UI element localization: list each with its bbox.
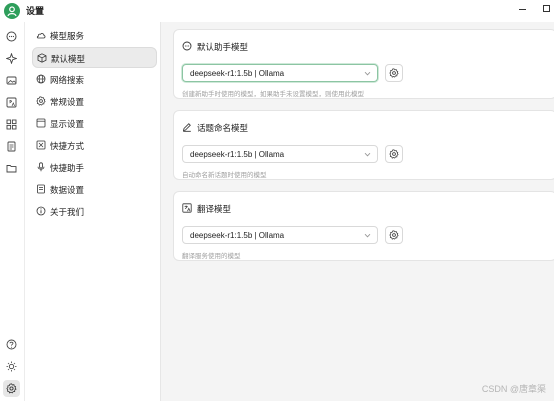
model-select-value: deepseek-r1:1.5b | Ollama [190, 150, 285, 159]
menu-item-label: 常规设置 [50, 97, 85, 107]
card-description: 自动命名新话题时使用的模型 [182, 172, 267, 179]
edit-icon [182, 123, 191, 132]
menu-item-label: 快捷方式 [50, 141, 85, 151]
user-icon [7, 6, 17, 17]
globe-icon [36, 74, 46, 84]
maximize-button[interactable] [543, 5, 550, 12]
chevron-down-icon [364, 71, 371, 76]
menu-item-default-model[interactable]: 默认模型 [32, 47, 157, 68]
menu-item-label: 网络搜索 [50, 75, 85, 85]
database-icon [37, 184, 45, 194]
gear-icon [389, 149, 399, 159]
theme-icon[interactable] [3, 358, 20, 375]
model-select[interactable]: deepseek-r1:1.5b | Ollama [182, 64, 378, 82]
model-settings-button[interactable] [385, 64, 403, 82]
card-title: 默认助手模型 [197, 42, 249, 52]
chat-icon[interactable] [3, 28, 20, 45]
info-icon [36, 206, 46, 216]
model-settings-button[interactable] [385, 145, 403, 163]
chevron-down-icon [364, 233, 371, 238]
card-title: 话题命名模型 [197, 123, 249, 133]
window-title: 设置 [26, 6, 45, 16]
menu-item-label: 模型服务 [50, 31, 85, 41]
gear-icon [36, 96, 46, 106]
apps-icon[interactable] [3, 116, 20, 133]
default-assistant-model-card: 默认助手模型 deepseek-r1:1.5b | Ollama 创建新助手时使… [173, 29, 554, 99]
folder-icon[interactable] [3, 160, 20, 177]
model-select-value: deepseek-r1:1.5b | Ollama [190, 231, 285, 240]
notes-icon[interactable] [3, 138, 20, 155]
microphone-icon [37, 162, 45, 172]
user-avatar[interactable] [4, 3, 20, 19]
menu-item-display-settings[interactable]: 显示设置 [32, 113, 157, 134]
menu-item-label: 快捷助手 [50, 163, 85, 173]
gear-icon [389, 230, 399, 240]
settings-icon[interactable] [3, 380, 20, 397]
chat-bubble-icon [182, 41, 192, 51]
menu-item-about-us[interactable]: 关于我们 [32, 201, 157, 222]
chevron-down-icon [364, 152, 371, 157]
menu-item-shortcuts[interactable]: 快捷方式 [32, 135, 157, 156]
menu-item-data-settings[interactable]: 数据设置 [32, 179, 157, 200]
icon-rail [0, 22, 24, 401]
translate-icon [182, 203, 192, 213]
menu-item-web-search[interactable]: 网络搜索 [32, 69, 157, 90]
watermark: CSDN @唐章渠 [481, 384, 546, 394]
menu-item-label: 默认模型 [51, 54, 86, 64]
translation-model-card: 翻译模型 deepseek-r1:1.5b | Ollama 翻译服务使用的模型 [173, 191, 554, 261]
menu-item-general-settings[interactable]: 常规设置 [32, 91, 157, 112]
cube-icon [37, 53, 47, 63]
model-select[interactable]: deepseek-r1:1.5b | Ollama [182, 145, 378, 163]
menu-item-label: 显示设置 [50, 119, 85, 129]
translate-icon[interactable] [3, 94, 20, 111]
shortcut-icon [36, 140, 46, 150]
menu-item-label: 关于我们 [50, 207, 85, 217]
title-bar: 设置 [0, 0, 554, 22]
settings-menu: 模型服务 默认模型 网络搜索 常规设置 显示设置 快捷方式 快捷助手 数据设置 … [24, 22, 161, 401]
display-icon [36, 118, 46, 128]
minimize-button[interactable] [519, 9, 526, 10]
help-icon[interactable] [3, 336, 20, 353]
topic-naming-model-card: 话题命名模型 deepseek-r1:1.5b | Ollama 自动命名新话题… [173, 110, 554, 180]
card-title: 翻译模型 [197, 204, 232, 214]
model-select-value: deepseek-r1:1.5b | Ollama [190, 69, 285, 78]
model-select[interactable]: deepseek-r1:1.5b | Ollama [182, 226, 378, 244]
model-settings-button[interactable] [385, 226, 403, 244]
cloud-icon [36, 33, 46, 39]
settings-content: 默认助手模型 deepseek-r1:1.5b | Ollama 创建新助手时使… [161, 22, 554, 401]
sparkle-icon[interactable] [3, 50, 20, 67]
menu-item-label: 数据设置 [50, 185, 85, 195]
card-description: 创建新助手时使用的模型，如果助手未设置模型，则使用此模型 [182, 91, 364, 98]
card-description: 翻译服务使用的模型 [182, 253, 241, 260]
menu-item-quick-assistant[interactable]: 快捷助手 [32, 157, 157, 178]
image-icon[interactable] [3, 72, 20, 89]
gear-icon [389, 68, 399, 78]
menu-item-model-service[interactable]: 模型服务 [32, 25, 157, 46]
